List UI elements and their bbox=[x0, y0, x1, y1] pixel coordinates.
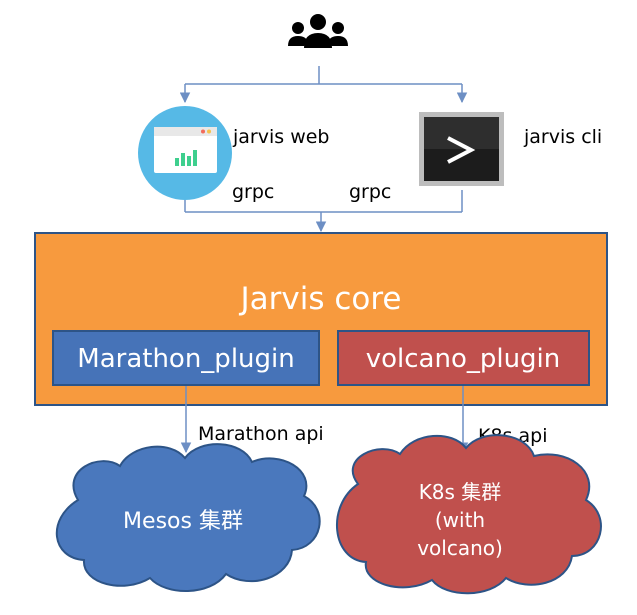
terminal-icon bbox=[419, 112, 504, 186]
k8s-cloud-label-line3: volcano) bbox=[417, 536, 503, 560]
jarvis-web-label: jarvis web bbox=[232, 126, 329, 148]
grpc-web-label: grpc bbox=[232, 181, 274, 203]
marathon-plugin-label: Marathon_plugin bbox=[77, 344, 294, 374]
grpc-connectors bbox=[184, 190, 463, 233]
users-icon bbox=[288, 14, 348, 48]
k8s-cloud-label-line2: (with bbox=[435, 508, 485, 532]
architecture-diagram: jarvis web jarvis cli grpc grpc Jarvis c… bbox=[34, 14, 608, 595]
user-connectors bbox=[179, 66, 468, 104]
browser-chart-icon bbox=[138, 106, 232, 200]
marathon-api-label: Marathon api bbox=[198, 423, 324, 445]
k8s-cloud-label-line1: K8s 集群 bbox=[419, 480, 502, 504]
mesos-cloud-label: Mesos 集群 bbox=[123, 509, 243, 534]
jarvis-cli-label: jarvis cli bbox=[523, 126, 602, 148]
volcano-plugin-label: volcano_plugin bbox=[366, 344, 561, 374]
jarvis-core-title: Jarvis core bbox=[239, 281, 402, 317]
grpc-cli-label: grpc bbox=[349, 181, 391, 203]
